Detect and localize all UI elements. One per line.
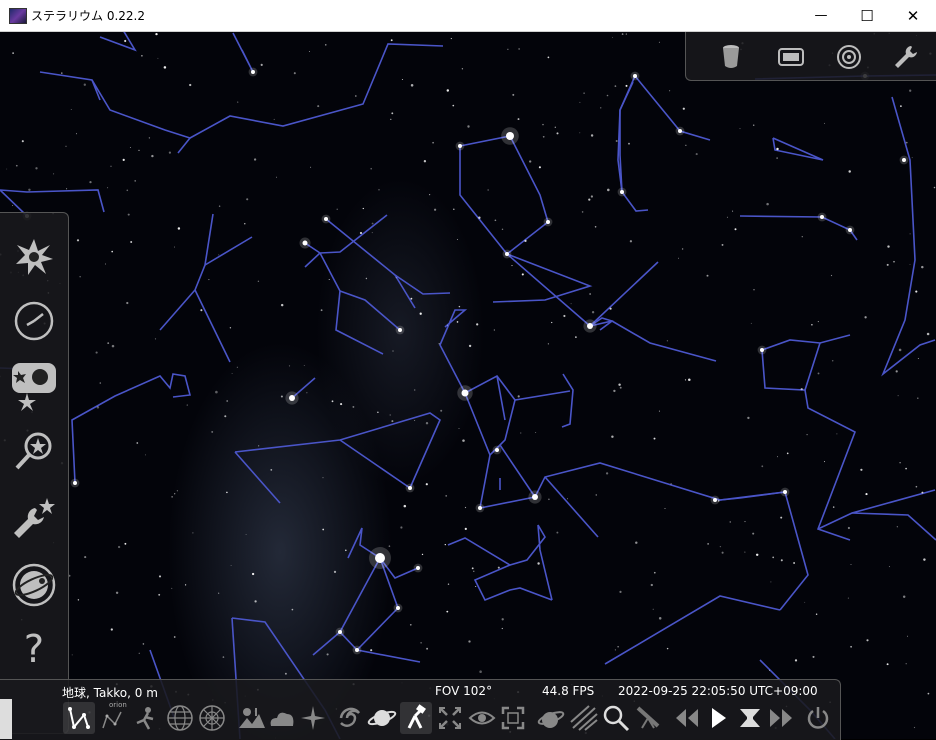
astronomical-calculations-icon[interactable]: [10, 561, 58, 609]
fast-forward-icon[interactable]: [766, 702, 798, 734]
star-field: [0, 32, 936, 739]
azimuthal-grid-icon[interactable]: [196, 702, 228, 734]
app-icon: [9, 8, 27, 24]
search-icon[interactable]: [10, 427, 58, 475]
fov-readout: FOV 102°: [435, 684, 493, 698]
maximize-icon: ☐: [860, 6, 874, 25]
sky-and-viewing-options-icon[interactable]: [10, 233, 58, 281]
sky-view[interactable]: [0, 32, 936, 739]
wrench-icon[interactable]: [891, 42, 921, 72]
quit-icon[interactable]: [802, 702, 834, 734]
help-icon[interactable]: ?: [10, 625, 58, 673]
telescope-control-icon[interactable]: [632, 702, 664, 734]
ground-icon[interactable]: [236, 702, 268, 734]
close-button[interactable]: ✕: [890, 0, 936, 31]
equatorial-grid-icon[interactable]: [164, 702, 196, 734]
window-title-bar: ステラリウム 0.22.2 — ☐ ✕: [0, 0, 936, 32]
bottom-toolbar: 地球, Takko, 0 m FOV 102° 44.8 FPS 2022-09…: [0, 679, 841, 740]
cardinal-points-icon[interactable]: [297, 702, 329, 734]
constellation-lines-icon[interactable]: [63, 702, 95, 734]
constellation-art-icon[interactable]: [128, 702, 160, 734]
night-mode-icon[interactable]: [466, 702, 498, 734]
constellation-labels-text: orion: [109, 701, 127, 709]
location-readout: 地球, Takko, 0 m: [62, 686, 158, 700]
top-right-toolbar: [685, 32, 936, 81]
rewind-icon[interactable]: [670, 702, 702, 734]
target-icon[interactable]: [834, 42, 864, 72]
window-title: ステラリウム 0.22.2: [31, 9, 145, 23]
meteor-showers-icon[interactable]: [568, 702, 600, 734]
maximize-button[interactable]: ☐: [844, 0, 890, 31]
equatorial-mount-icon[interactable]: [400, 702, 432, 734]
minimize-icon: —: [814, 8, 828, 23]
full-screen-icon[interactable]: [497, 702, 529, 734]
satellites-icon[interactable]: [536, 702, 568, 734]
configuration-icon[interactable]: [10, 495, 58, 543]
date-time-icon[interactable]: [10, 297, 58, 345]
datetime-readout: 2022-09-25 22:05:50 UTC+09:00: [618, 684, 818, 698]
deep-sky-objects-icon[interactable]: [335, 702, 367, 734]
minimize-button[interactable]: —: [798, 0, 844, 31]
help-glyph: ?: [23, 627, 45, 671]
atmosphere-icon[interactable]: [266, 702, 298, 734]
fps-readout: 44.8 FPS: [542, 684, 595, 698]
screen-icon[interactable]: [776, 42, 806, 72]
left-toolbar: ?: [0, 212, 69, 734]
sky-culture-icon[interactable]: [10, 361, 58, 411]
telescope-icon[interactable]: [716, 42, 746, 72]
close-icon: ✕: [906, 6, 920, 25]
play-icon[interactable]: [702, 702, 734, 734]
center-on-object-icon[interactable]: [434, 702, 466, 734]
set-time-now-icon[interactable]: [734, 702, 766, 734]
search-zoom-icon[interactable]: [600, 702, 632, 734]
planets-labels-icon[interactable]: [366, 702, 398, 734]
window-resize-edge[interactable]: [0, 699, 12, 739]
constellation-labels-icon[interactable]: orion: [97, 701, 129, 734]
